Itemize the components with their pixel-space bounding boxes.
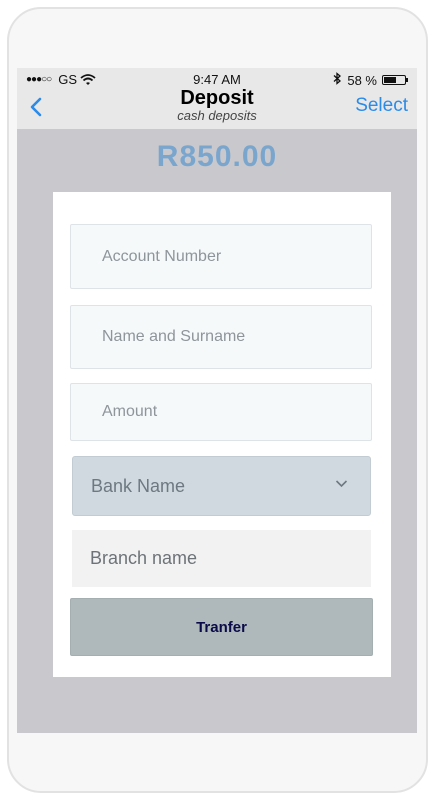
app-screen: ●●●○○ GS 9:47 AM 58 % Deposit cash depos… (17, 68, 417, 733)
battery-icon (382, 75, 408, 85)
transfer-button[interactable]: Tranfer (70, 598, 373, 656)
bluetooth-icon (333, 72, 342, 88)
name-surname-input[interactable]: Name and Surname (70, 305, 372, 369)
battery-percent: 58 % (347, 72, 377, 88)
battery-level (384, 77, 396, 83)
deposit-form: Account Number Name and Surname Amount B… (53, 192, 391, 677)
account-number-input[interactable]: Account Number (70, 224, 372, 289)
amount-input[interactable]: Amount (70, 383, 372, 441)
deposit-amount: R850.00 (156, 140, 278, 173)
bank-name-value: Bank Name (91, 475, 186, 496)
navigation-bar: ●●●○○ GS 9:47 AM 58 % Deposit cash depos… (17, 68, 417, 129)
bank-name-select[interactable]: Bank Name (72, 456, 371, 516)
chevron-down-icon (335, 480, 348, 488)
status-right: 58 % (333, 72, 408, 88)
status-bar: ●●●○○ GS 9:47 AM 58 % (17, 72, 417, 88)
select-button[interactable]: Select (355, 95, 408, 117)
branch-name-input[interactable]: Branch name (72, 530, 371, 587)
